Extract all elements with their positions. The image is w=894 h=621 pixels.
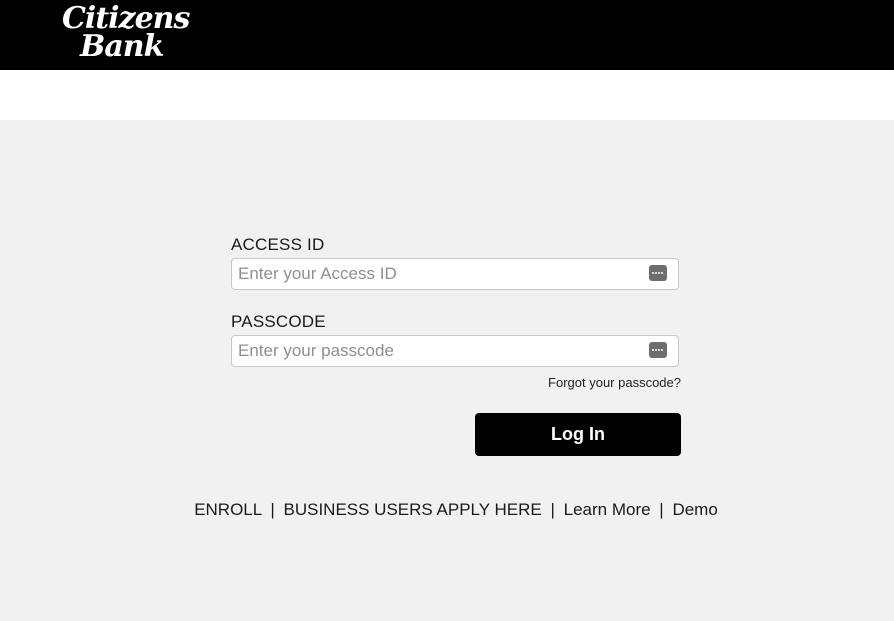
demo-link[interactable]: Demo [672,500,717,519]
log-in-button[interactable]: Log In [475,413,681,456]
business-users-apply-link[interactable]: BUSINESS USERS APPLY HERE [283,500,541,519]
passcode-label: PASSCODE [231,312,326,331]
forgot-passcode-link[interactable]: Forgot your passcode? [548,375,681,390]
access-id-label: ACCESS ID [231,235,325,254]
passcode-field-wrapper [231,335,679,367]
header-spacer [0,70,894,120]
footer-links: ENROLL | BUSINESS USERS APPLY HERE | Lea… [0,500,894,520]
password-dots-icon[interactable] [649,265,667,281]
access-id-field-wrapper [231,258,679,290]
access-id-input[interactable] [238,259,638,289]
passcode-input[interactable] [238,336,638,366]
enroll-link[interactable]: ENROLL [194,500,261,519]
login-panel [0,120,894,621]
site-header: Citizens Bank [0,0,894,70]
logo-line-2: Bank [80,29,164,64]
password-dots-icon[interactable] [649,342,667,358]
link-separator: | [550,500,555,519]
citizens-bank-logo[interactable]: Citizens Bank [62,2,190,66]
link-separator: | [659,500,664,519]
learn-more-link[interactable]: Learn More [564,500,651,519]
link-separator: | [270,500,275,519]
